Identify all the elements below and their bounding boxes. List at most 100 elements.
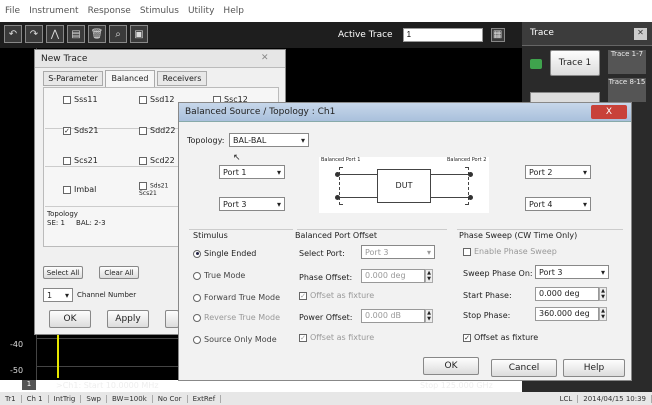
sweep-on-label: Sweep Phase On: (463, 269, 533, 278)
topology-select[interactable]: BAL-BAL (229, 133, 309, 147)
param-checkbox[interactable]: Sds21 Scs21 (139, 182, 169, 197)
window-icon[interactable]: ▤ (67, 25, 85, 43)
status-bar: Tr1 Ch 1 IntTrig Swp BW=100k No Cor ExtR… (0, 392, 652, 405)
status-datetime: 2014/04/15 10:39 (578, 394, 652, 403)
trace-group-8-15[interactable]: Trace 8-15 (608, 78, 646, 102)
port4-select[interactable]: Port 4 (525, 197, 591, 211)
spinner-icon[interactable]: ▲ ▼ (599, 307, 607, 321)
param-checkbox[interactable]: Sss11 (63, 95, 98, 104)
port3-select[interactable]: Port 3 (219, 197, 285, 211)
param-checkbox[interactable]: Imbal (63, 185, 96, 194)
menu-stimulus[interactable]: Stimulus (140, 6, 179, 16)
trace-color-icon (530, 59, 542, 69)
param-checkbox[interactable]: Scs21 (63, 156, 98, 165)
camera-icon[interactable]: ▣ (130, 25, 148, 43)
spinner-icon[interactable]: ▲ ▼ (599, 287, 607, 301)
stimulus-single-ended[interactable]: Single Ended (193, 249, 256, 258)
mouse-cursor-icon: ↖ (233, 153, 241, 163)
dialog-title: New Trace (41, 54, 88, 64)
offset-fixture-checkbox[interactable]: ✓ Offset as fixture (299, 291, 374, 300)
phase-offset-input[interactable]: 0.000 deg (361, 269, 425, 283)
power-fixture-checkbox[interactable]: ✓ Offset as fixture (299, 333, 374, 342)
param-checkbox[interactable]: Sdd22 (139, 126, 175, 135)
sweep-fixture-checkbox[interactable]: ✓ Offset as fixture (463, 333, 538, 342)
balanced-port1-label: Balanced Port 1 (321, 157, 361, 163)
topology-diagram: Balanced Port 1 Balanced Port 2 DUT (319, 157, 489, 213)
menu-utility[interactable]: Utility (188, 6, 214, 16)
tab-receivers[interactable]: Receivers (157, 71, 207, 86)
active-trace: Active Trace ▦ (338, 26, 518, 43)
phase-offset-label: Phase Offset: (299, 273, 353, 282)
close-icon[interactable]: ✕ (634, 28, 647, 40)
delete-icon[interactable]: 🗑 (88, 25, 106, 43)
clear-all-button[interactable]: Clear All (99, 266, 139, 279)
status-item: ExtRef (188, 394, 222, 403)
tab-s-parameter[interactable]: S-Parameter (43, 71, 103, 86)
help-button[interactable]: Help (563, 359, 625, 377)
close-icon[interactable]: ✕ (261, 53, 269, 63)
sweep-on-select[interactable]: Port 3 (535, 265, 609, 279)
zoom-icon[interactable]: ⌕ (109, 25, 127, 43)
stop-frequency: Stop 125.000 GHz (420, 381, 493, 390)
stimulus-true-mode[interactable]: True Mode (193, 271, 245, 280)
status-item: Swp (81, 394, 107, 403)
cancel-button[interactable]: Cancel (491, 359, 557, 377)
param-checkbox[interactable]: ✓ Sds21 (63, 126, 99, 135)
active-trace-input[interactable] (402, 27, 483, 42)
spinner-icon[interactable]: ▲ ▼ (425, 269, 433, 283)
trace-group-1-7[interactable]: Trace 1-7 (608, 50, 646, 74)
param-checkbox[interactable]: Scd22 (139, 156, 175, 165)
power-offset-label: Power Offset: (299, 313, 353, 322)
y-tick-label: -50 (10, 366, 24, 375)
dialog-title: Balanced Source / Topology : Ch1 (185, 107, 336, 117)
keypad-icon[interactable]: ▦ (490, 27, 505, 42)
channel-select[interactable]: 1 (43, 288, 73, 302)
stop-phase-input[interactable]: 360.000 deg (535, 307, 599, 321)
active-trace-label: Active Trace (338, 29, 393, 40)
select-all-button[interactable]: Select All (43, 266, 83, 279)
status-item: No Cor (153, 394, 188, 403)
menu-bar: File Instrument Response Stimulus Utilit… (0, 0, 652, 22)
cancel-button[interactable] (165, 310, 179, 328)
channel-marker: 1 (22, 380, 36, 390)
status-item: BW=100k (107, 394, 153, 403)
param-checkbox[interactable]: Ssd12 (139, 95, 175, 104)
apply-button[interactable]: Apply (107, 310, 149, 328)
menu-help[interactable]: Help (223, 6, 244, 16)
enable-sweep-checkbox[interactable]: Enable Phase Sweep (463, 247, 557, 256)
topology-value: SE: 1 BAL: 2-3 (47, 219, 106, 227)
menu-response[interactable]: Response (88, 6, 131, 16)
start-frequency: >Ch1: Start 10.0000 MHz (56, 381, 159, 390)
select-port-label: Select Port: (299, 249, 345, 258)
start-phase-input[interactable]: 0.000 deg (535, 287, 599, 301)
redo-icon[interactable]: ↷ (25, 25, 43, 43)
close-button[interactable]: X (591, 105, 627, 119)
ok-button[interactable]: OK (49, 310, 91, 328)
port2-select[interactable]: Port 2 (525, 165, 591, 179)
ok-button[interactable]: OK (423, 357, 479, 375)
tab-balanced[interactable]: Balanced (105, 70, 155, 87)
menu-file[interactable]: File (5, 6, 20, 16)
stimulus-forward-true-mode[interactable]: Forward True Mode (193, 293, 280, 302)
stimulus-reverse-true-mode[interactable]: Reverse True Mode (193, 313, 280, 322)
stimulus-source-only-mode[interactable]: Source Only Mode (193, 335, 277, 344)
status-item: IntTrig (49, 394, 82, 403)
marker-icon[interactable]: ⋀ (46, 25, 64, 43)
select-port-select[interactable]: Port 3 (361, 245, 435, 259)
stimulus-title: Stimulus (193, 231, 228, 240)
offset-title: Balanced Port Offset (295, 231, 377, 240)
trace-panel-title: Trace (530, 28, 554, 38)
undo-icon[interactable]: ↶ (4, 25, 22, 43)
menu-instrument[interactable]: Instrument (29, 6, 79, 16)
y-tick-label: -40 (10, 340, 24, 349)
balanced-port2-label: Balanced Port 2 (447, 157, 487, 163)
trace-button[interactable]: Trace 1 (550, 50, 600, 76)
spinner-icon[interactable]: ▲ ▼ (425, 309, 433, 323)
topology-label: Topology (47, 210, 78, 218)
power-offset-input[interactable]: 0.000 dB (361, 309, 425, 323)
sweep-title: Phase Sweep (CW Time Only) (459, 231, 578, 240)
channel-label: Channel Number (77, 291, 137, 299)
port1-select[interactable]: Port 1 (219, 165, 285, 179)
status-item: Ch 1 (22, 394, 49, 403)
start-phase-label: Start Phase: (463, 291, 512, 300)
